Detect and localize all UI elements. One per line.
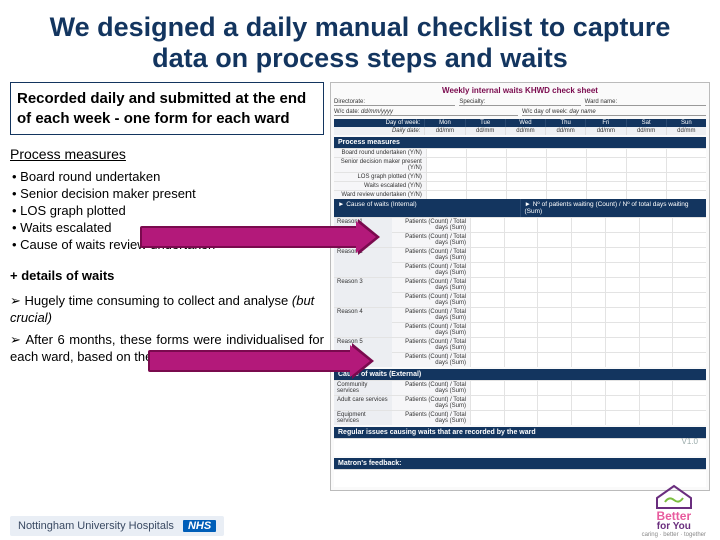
intro-box: Recorded daily and submitted at the end … <box>10 82 324 135</box>
date-cell: dd/mm <box>545 127 585 135</box>
arrow-bullet-icon: ➢ <box>10 293 25 308</box>
field-specialty: Specialty: <box>459 99 580 106</box>
reason-group: Adult care servicesPatients (Count) / To… <box>334 395 706 410</box>
callout-arrow-icon <box>140 226 360 248</box>
date-cell: dd/mm <box>424 127 464 135</box>
field-ward: Ward name: <box>585 99 706 106</box>
table-row: Senior decision maker present (Y/N) <box>334 157 706 172</box>
right-column: Weekly internal waits KHWD check sheet D… <box>330 82 710 491</box>
regular-issues-box <box>334 438 706 456</box>
reason-group: Reason 2Patients (Count) / Total days (S… <box>334 247 706 277</box>
matron-feedback-bar: Matron's feedback: <box>334 458 706 469</box>
logo-tagline: caring · better · together <box>642 532 706 538</box>
daily-date-label: Daily date: <box>334 127 424 135</box>
list-item: LOS graph plotted <box>12 203 324 220</box>
check-sheet-thumbnail: Weekly internal waits KHWD check sheet D… <box>330 82 710 491</box>
org-badge: Nottingham University Hospitals NHS <box>10 516 224 536</box>
nhs-logo: NHS <box>183 520 216 532</box>
version-label: V1.0 <box>682 437 698 446</box>
reason-group: Community servicesPatients (Count) / Tot… <box>334 380 706 395</box>
date-cell: dd/mm <box>465 127 505 135</box>
external-waits-bar: Cause of waits (External) <box>334 369 706 380</box>
day-cell: Tue <box>465 119 505 127</box>
date-cell: dd/mm <box>666 127 706 135</box>
day-cell: Thu <box>545 119 585 127</box>
day-cell: Fri <box>585 119 625 127</box>
logo-text: for You <box>642 522 706 532</box>
list-item: Senior decision maker present <box>12 186 324 203</box>
callout-arrow-icon <box>148 350 354 372</box>
note-time-consuming: ➢ Hugely time consuming to collect and a… <box>10 293 324 327</box>
reason-group: Reason 4Patients (Count) / Total days (S… <box>334 307 706 337</box>
details-of-waits: + details of waits <box>10 268 324 285</box>
reason-group: Reason 5Patients (Count) / Total days (S… <box>334 337 706 367</box>
day-of-week-label: Day of week: <box>334 119 424 127</box>
sheet-header-row: W/c date: dd/mm/yyyy W/c day of week: da… <box>334 109 706 116</box>
reason-group: Reason 1Patients (Count) / Total days (S… <box>334 217 706 247</box>
reason-group: Reason 3Patients (Count) / Total days (S… <box>334 277 706 307</box>
note-text: Hugely time consuming to collect and ana… <box>25 293 292 308</box>
table-row: Ward review undertaken (Y/N) <box>334 190 706 199</box>
date-cell: dd/mm <box>585 127 625 135</box>
footer: Nottingham University Hospitals NHS Bett… <box>0 498 720 540</box>
day-cell: Mon <box>424 119 464 127</box>
table-row: LOS graph plotted (Y/N) <box>334 172 706 181</box>
slide-title: We designed a daily manual checklist to … <box>0 0 720 82</box>
list-item: Board round undertaken <box>12 169 324 186</box>
process-measures-bar: Process measures <box>334 137 706 148</box>
left-column: Recorded daily and submitted at the end … <box>10 82 330 491</box>
day-cell: Sun <box>666 119 706 127</box>
day-cell: Sat <box>626 119 666 127</box>
date-cell: dd/mm <box>626 127 666 135</box>
field-wc-date: W/c date: dd/mm/yyyy <box>334 109 518 116</box>
org-name: Nottingham University Hospitals <box>18 520 174 532</box>
table-row: Waits escalated (Y/N) <box>334 181 706 190</box>
daily-date-row: Daily date: dd/mm dd/mm dd/mm dd/mm dd/m… <box>334 127 706 135</box>
house-icon <box>653 484 695 510</box>
process-measures-heading: Process measures <box>10 145 324 163</box>
day-cell: Wed <box>505 119 545 127</box>
date-cell: dd/mm <box>505 127 545 135</box>
table-row: Board round undertaken (Y/N) <box>334 148 706 157</box>
better-for-you-logo: Better for You caring · better · togethe… <box>642 484 706 538</box>
regular-issues-bar: Regular issues causing waits that are re… <box>334 427 706 438</box>
sheet-title: Weekly internal waits KHWD check sheet <box>334 86 706 95</box>
arrow-bullet-icon: ➢ <box>10 332 25 347</box>
field-wc-day: W/c day of week: day name <box>522 109 706 116</box>
field-directorate: Directorate: <box>334 99 455 106</box>
sheet-header-row: Directorate: Specialty: Ward name: <box>334 99 706 106</box>
reason-group: Equipment servicesPatients (Count) / Tot… <box>334 410 706 425</box>
days-header: Day of week: Mon Tue Wed Thu Fri Sat Sun <box>334 119 706 127</box>
count-sum-label: ► Nº of patients waiting (Count) / Nº of… <box>521 199 707 217</box>
cause-internal-label: ► Cause of waits (Internal) <box>334 199 521 217</box>
internal-waits-bar: ► Cause of waits (Internal) ► Nº of pati… <box>334 199 706 217</box>
